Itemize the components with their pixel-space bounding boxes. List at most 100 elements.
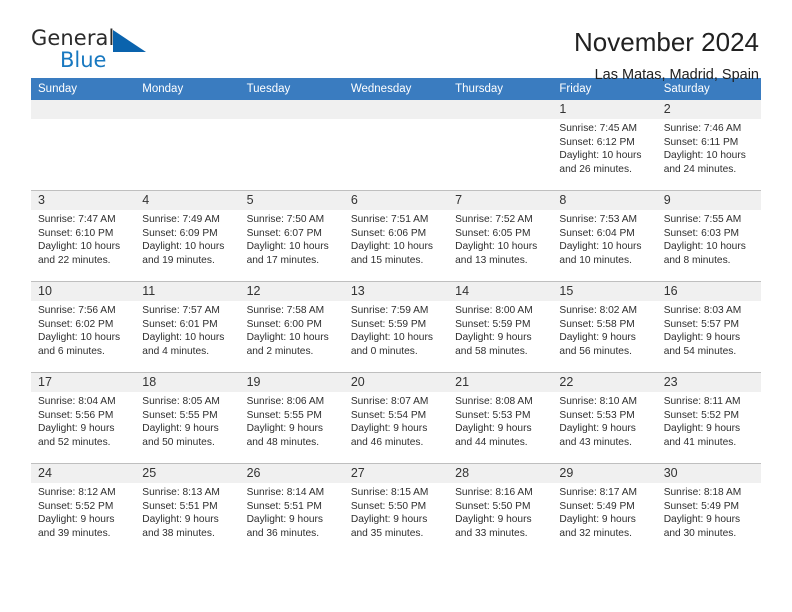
calendar-day-cell[interactable]: 28 Sunrise: 8:16 AM Sunset: 5:50 PM Dayligh… [448,463,553,554]
daylight-text: Daylight: 10 hours and 4 minutes. [142,332,225,357]
day-number: 19 [239,373,344,392]
daylight-text: Daylight: 10 hours and 22 minutes. [38,241,121,266]
day-number [135,100,240,119]
daylight-text: Daylight: 9 hours and 58 minutes. [455,332,532,357]
day-sun-info: Sunrise: 8:07 AM Sunset: 5:54 PM Daylight:… [344,392,448,449]
day-cell-inner: 13 Sunrise: 7:59 AM Sunset: 5:59 PM Dayligh… [343,282,449,372]
day-cell-inner: 12 Sunrise: 7:58 AM Sunset: 6:00 PM Dayligh… [239,282,344,372]
sunset-text: Sunset: 6:11 PM [663,136,739,148]
calendar-day-cell[interactable]: 6 Sunrise: 7:51 AM Sunset: 6:06 PM Daylight… [343,190,449,282]
daylight-text: Daylight: 9 hours and 38 minutes. [142,514,219,539]
calendar-week-row: 1 Sunrise: 7:45 AM Sunset: 6:12 PM Daylight… [31,100,761,191]
calendar-day-cell[interactable]: 29 Sunrise: 8:17 AM Sunset: 5:49 PM Dayligh… [552,463,657,554]
calendar-day-cell[interactable]: 18 Sunrise: 8:05 AM Sunset: 5:55 PM Dayligh… [135,372,240,464]
day-number: 26 [239,464,344,483]
day-cell-inner: 16 Sunrise: 8:03 AM Sunset: 5:57 PM Dayligh… [656,282,761,372]
day-cell-inner: 10 Sunrise: 7:56 AM Sunset: 6:02 PM Dayligh… [31,282,136,372]
calendar-day-cell[interactable]: 9 Sunrise: 7:55 AM Sunset: 6:03 PM Daylight… [656,190,761,282]
calendar-day-cell[interactable]: 21 Sunrise: 8:08 AM Sunset: 5:53 PM Dayligh… [448,372,553,464]
calendar-day-cell[interactable]: 13 Sunrise: 7:59 AM Sunset: 5:59 PM Dayligh… [343,281,449,373]
day-cell-inner [135,100,240,190]
brand-word-general: General [31,26,115,50]
calendar-day-cell[interactable]: 4 Sunrise: 7:49 AM Sunset: 6:09 PM Daylight… [135,190,240,282]
brand-word-blue: Blue [60,48,107,72]
day-sun-info: Sunrise: 8:12 AM Sunset: 5:52 PM Daylight:… [31,483,135,540]
calendar-day-cell[interactable]: 2 Sunrise: 7:46 AM Sunset: 6:11 PM Daylight… [656,100,761,191]
calendar-day-cell[interactable]: 20 Sunrise: 8:07 AM Sunset: 5:54 PM Dayligh… [343,372,449,464]
calendar-day-cell[interactable]: 30 Sunrise: 8:18 AM Sunset: 5:49 PM Dayligh… [656,463,761,554]
calendar-day-cell[interactable]: 22 Sunrise: 8:10 AM Sunset: 5:53 PM Dayligh… [552,372,657,464]
calendar-day-cell[interactable]: 14 Sunrise: 8:00 AM Sunset: 5:59 PM Dayligh… [448,281,553,373]
day-sun-info: Sunrise: 8:04 AM Sunset: 5:56 PM Daylight:… [31,392,135,449]
day-number: 25 [135,464,240,483]
weekday-header-monday: Monday [135,78,240,100]
daylight-text: Daylight: 10 hours and 0 minutes. [350,332,433,357]
sunset-text: Sunset: 6:00 PM [246,318,322,330]
sunset-text: Sunset: 5:49 PM [559,500,635,512]
sunrise-text: Sunrise: 8:06 AM [246,396,325,407]
daylight-text: Daylight: 9 hours and 39 minutes. [38,514,115,539]
calendar-day-cell[interactable]: 15 Sunrise: 8:02 AM Sunset: 5:58 PM Dayligh… [552,281,657,373]
day-number: 13 [343,282,449,301]
calendar-day-cell[interactable]: 26 Sunrise: 8:14 AM Sunset: 5:51 PM Dayligh… [239,463,344,554]
day-sun-info: Sunrise: 7:53 AM Sunset: 6:04 PM Daylight:… [552,210,656,267]
sunset-text: Sunset: 5:59 PM [350,318,427,330]
sunrise-text: Sunrise: 8:12 AM [38,487,116,498]
sunrise-text: Sunrise: 8:17 AM [559,487,637,498]
day-sun-info: Sunrise: 7:58 AM Sunset: 6:00 PM Daylight:… [240,301,344,358]
day-sun-info: Sunrise: 8:15 AM Sunset: 5:50 PM Daylight:… [344,483,448,540]
day-sun-info: Sunrise: 8:05 AM Sunset: 5:55 PM Daylight:… [135,392,239,449]
day-cell-inner: 23 Sunrise: 8:11 AM Sunset: 5:52 PM Dayligh… [656,373,761,463]
day-number: 16 [656,282,761,301]
day-cell-inner: 8 Sunrise: 7:53 AM Sunset: 6:04 PM Daylight… [552,191,657,281]
day-number: 6 [343,191,449,210]
calendar-day-cell[interactable]: 10 Sunrise: 7:56 AM Sunset: 6:02 PM Dayligh… [31,281,136,373]
weekday-header-wednesday: Wednesday [343,78,449,100]
calendar-week-row: 3 Sunrise: 7:47 AM Sunset: 6:10 PM Daylight… [31,190,761,282]
day-sun-info: Sunrise: 8:17 AM Sunset: 5:49 PM Daylight:… [552,483,656,540]
sunset-text: Sunset: 6:06 PM [350,227,427,239]
sunrise-text: Sunrise: 8:08 AM [455,396,533,407]
sunrise-text: Sunrise: 8:03 AM [663,305,742,316]
calendar-day-cell[interactable]: 24 Sunrise: 8:12 AM Sunset: 5:52 PM Dayligh… [31,463,136,554]
calendar-day-cell[interactable]: 12 Sunrise: 7:58 AM Sunset: 6:00 PM Dayligh… [239,281,344,373]
calendar-day-cell[interactable]: 27 Sunrise: 8:15 AM Sunset: 5:50 PM Dayligh… [343,463,449,554]
calendar-day-cell[interactable]: 5 Sunrise: 7:50 AM Sunset: 6:07 PM Daylight… [239,190,344,282]
calendar-day-cell[interactable]: 25 Sunrise: 8:13 AM Sunset: 5:51 PM Dayligh… [135,463,240,554]
sunrise-text: Sunrise: 8:04 AM [38,396,116,407]
general-blue-logo[interactable]: General Blue [31,26,146,76]
day-number: 8 [552,191,657,210]
day-cell-inner: 7 Sunrise: 7:52 AM Sunset: 6:05 PM Daylight… [448,191,553,281]
calendar-day-cell[interactable]: 17 Sunrise: 8:04 AM Sunset: 5:56 PM Dayligh… [31,372,136,464]
calendar-day-cell[interactable]: 19 Sunrise: 8:06 AM Sunset: 5:55 PM Dayligh… [239,372,344,464]
daylight-text: Daylight: 9 hours and 36 minutes. [246,514,324,539]
calendar-day-cell[interactable]: 11 Sunrise: 7:57 AM Sunset: 6:01 PM Dayligh… [135,281,240,373]
sunrise-text: Sunrise: 7:53 AM [559,214,637,225]
calendar-day-cell[interactable]: 1 Sunrise: 7:45 AM Sunset: 6:12 PM Daylight… [552,100,657,191]
calendar-week-row: 24 Sunrise: 8:12 AM Sunset: 5:52 PM Dayligh… [31,463,761,554]
day-number: 20 [343,373,449,392]
calendar-day-cell[interactable]: 7 Sunrise: 7:52 AM Sunset: 6:05 PM Daylight… [448,190,553,282]
day-sun-info: Sunrise: 7:50 AM Sunset: 6:07 PM Daylight:… [240,210,344,267]
day-sun-info: Sunrise: 7:49 AM Sunset: 6:09 PM Daylight:… [135,210,239,267]
calendar-day-cell[interactable]: 3 Sunrise: 7:47 AM Sunset: 6:10 PM Daylight… [31,190,136,282]
sunset-text: Sunset: 5:56 PM [38,409,114,421]
sunset-text: Sunset: 5:49 PM [663,500,740,512]
daylight-text: Daylight: 10 hours and 6 minutes. [38,332,121,357]
daylight-text: Daylight: 9 hours and 56 minutes. [559,332,636,357]
page-header: General Blue November 2024 Las Matas, Ma… [0,0,792,83]
daylight-text: Daylight: 10 hours and 2 minutes. [246,332,329,357]
daylight-text: Daylight: 9 hours and 50 minutes. [142,423,219,448]
sunrise-text: Sunrise: 7:49 AM [142,214,220,225]
calendar-grid: Sunday Monday Tuesday Wednesday Thursday Frid… [31,78,761,554]
day-cell-inner: 28 Sunrise: 8:16 AM Sunset: 5:50 PM Dayligh… [448,464,553,554]
sunrise-text: Sunrise: 8:05 AM [142,396,220,407]
daylight-text: Daylight: 9 hours and 44 minutes. [455,423,532,448]
day-number: 18 [135,373,240,392]
calendar-day-cell[interactable]: 16 Sunrise: 8:03 AM Sunset: 5:57 PM Dayligh… [656,281,761,373]
calendar-day-cell[interactable]: 23 Sunrise: 8:11 AM Sunset: 5:52 PM Dayligh… [656,372,761,464]
day-cell-inner: 1 Sunrise: 7:45 AM Sunset: 6:12 PM Daylight… [552,100,657,190]
day-sun-info: Sunrise: 8:13 AM Sunset: 5:51 PM Daylight:… [135,483,239,540]
sunset-text: Sunset: 6:03 PM [663,227,740,239]
calendar-day-cell[interactable]: 8 Sunrise: 7:53 AM Sunset: 6:04 PM Daylight… [552,190,657,282]
